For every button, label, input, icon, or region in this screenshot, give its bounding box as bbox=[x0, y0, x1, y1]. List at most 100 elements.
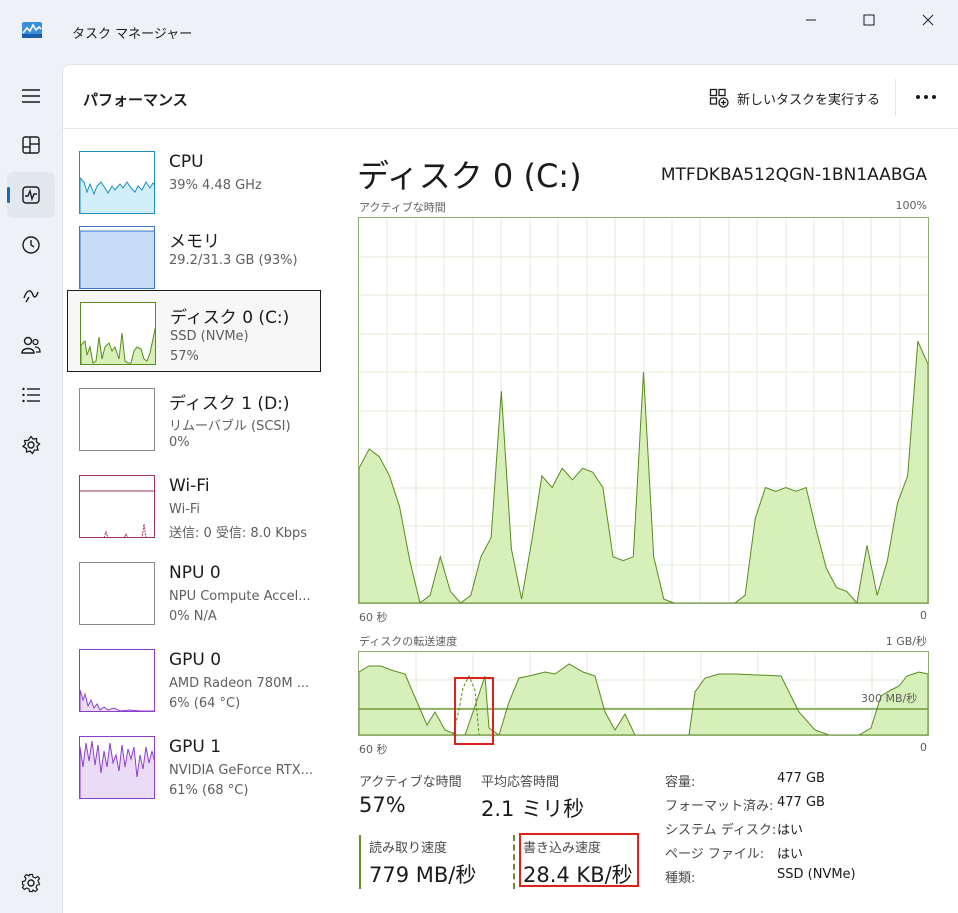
spec-capacity-value: 477 GB bbox=[777, 771, 825, 786]
device-usage: 0% bbox=[169, 435, 190, 450]
device-item-disk-0[interactable]: ディスク 0 (C:) SSD (NVMe) 57% bbox=[67, 290, 321, 372]
device-item-wifi[interactable]: Wi-Fi Wi-Fi 送信: 0 受信: 8.0 Kbps bbox=[67, 464, 321, 546]
details-icon bbox=[22, 387, 40, 403]
spec-capacity-key: 容量: bbox=[665, 775, 696, 790]
nav-startup-apps[interactable] bbox=[7, 272, 55, 318]
active-graph-time-right: 0 bbox=[920, 609, 927, 622]
nav-menu-button[interactable] bbox=[7, 73, 55, 119]
new-task-icon bbox=[709, 88, 729, 108]
more-options-button[interactable] bbox=[911, 83, 941, 111]
nav-processes[interactable] bbox=[7, 122, 55, 168]
close-icon bbox=[922, 14, 934, 26]
page-title: パフォーマンス bbox=[83, 91, 188, 109]
active-time-label: アクティブな時間 bbox=[359, 775, 462, 790]
device-name: Wi-Fi bbox=[169, 476, 210, 496]
cpu-thumbnail bbox=[79, 151, 155, 214]
nav-users[interactable] bbox=[7, 322, 55, 368]
device-item-memory[interactable]: メモリ 29.2/31.3 GB (93%) bbox=[67, 215, 321, 297]
hamburger-icon bbox=[22, 89, 40, 103]
minimize-button[interactable] bbox=[794, 8, 828, 32]
run-new-task-button[interactable]: 新しいタスクを実行する bbox=[709, 84, 880, 112]
active-time-graph bbox=[358, 217, 929, 604]
run-new-task-label: 新しいタスクを実行する bbox=[737, 92, 881, 108]
active-time-graph-label: アクティブな時間 bbox=[359, 201, 446, 214]
device-type: NPU Compute Accel... bbox=[169, 589, 311, 604]
gpu1-thumbnail bbox=[79, 736, 155, 799]
device-usage: 送信: 0 受信: 8.0 Kbps bbox=[169, 526, 308, 541]
nav-app-history[interactable] bbox=[7, 222, 55, 268]
services-icon bbox=[21, 435, 41, 455]
device-name: ディスク 0 (C:) bbox=[170, 308, 290, 328]
transfer-rate-chart bbox=[359, 652, 928, 735]
detail-title: ディスク 0 (C:) bbox=[357, 157, 582, 195]
device-usage: 6% (64 °C) bbox=[169, 696, 241, 711]
device-item-npu-0[interactable]: NPU 0 NPU Compute Accel... 0% N/A bbox=[67, 551, 321, 633]
read-speed-value: 779 MB/秒 bbox=[369, 863, 477, 887]
nav-services[interactable] bbox=[7, 422, 55, 468]
device-name: NPU 0 bbox=[169, 563, 221, 583]
device-name: CPU bbox=[169, 152, 204, 172]
maximize-button[interactable] bbox=[852, 8, 886, 32]
nav-performance[interactable] bbox=[7, 172, 55, 218]
active-time-graph-max: 100% bbox=[895, 199, 927, 212]
spec-formatted-key: フォーマット済み: bbox=[665, 799, 774, 814]
disk-model: MTFDKBA512QGN-1BN1AABGA bbox=[660, 165, 927, 185]
performance-icon bbox=[22, 186, 40, 204]
app-history-icon bbox=[22, 236, 40, 254]
spec-page-file-value: はい bbox=[777, 847, 804, 862]
spec-page-file-key: ページ ファイル: bbox=[665, 847, 765, 862]
users-icon bbox=[21, 336, 41, 354]
highlight-box-write bbox=[519, 833, 639, 887]
settings-icon bbox=[21, 873, 41, 893]
device-item-disk-1[interactable]: ディスク 1 (D:) リムーバブル (SCSI) 0% bbox=[67, 377, 321, 459]
device-type: AMD Radeon 780M ... bbox=[169, 676, 310, 691]
read-speed-label: 読み取り速度 bbox=[369, 841, 448, 856]
wifi-thumbnail bbox=[79, 475, 155, 538]
processes-icon bbox=[22, 136, 40, 154]
nav-settings[interactable] bbox=[7, 860, 55, 906]
spec-type-key: 種類: bbox=[665, 871, 696, 886]
active-time-chart bbox=[359, 218, 928, 603]
device-usage: 0% N/A bbox=[169, 609, 217, 624]
spec-system-disk-value: はい bbox=[777, 823, 804, 838]
device-usage: 29.2/31.3 GB (93%) bbox=[169, 253, 298, 268]
transfer-graph-time-right: 0 bbox=[920, 741, 927, 754]
device-item-gpu-1[interactable]: GPU 1 NVIDIA GeForce RTX... 61% (68 °C) bbox=[67, 725, 321, 807]
transfer-graph-label: ディスクの転送速度 bbox=[359, 635, 458, 648]
close-button[interactable] bbox=[911, 8, 945, 32]
device-type: SSD (NVMe) bbox=[170, 329, 249, 344]
spec-formatted-value: 477 GB bbox=[777, 795, 825, 810]
active-time-value: 57% bbox=[359, 793, 406, 817]
page-header: パフォーマンス 新しいタスクを実行する bbox=[63, 65, 958, 129]
npu-thumbnail bbox=[79, 562, 155, 625]
device-item-gpu-0[interactable]: GPU 0 AMD Radeon 780M ... 6% (64 °C) bbox=[67, 638, 321, 720]
device-usage: 39% 4.48 GHz bbox=[169, 178, 262, 193]
device-usage: 61% (68 °C) bbox=[169, 783, 249, 798]
maximize-icon bbox=[863, 14, 875, 26]
device-name: ディスク 1 (D:) bbox=[169, 394, 290, 414]
device-usage: 57% bbox=[170, 349, 199, 364]
navigation-rail bbox=[0, 64, 62, 913]
device-type: リムーバブル (SCSI) bbox=[169, 419, 291, 434]
highlight-box-graph bbox=[454, 677, 494, 745]
main-panel: パフォーマンス 新しいタスクを実行する CPU 39% 4.48 GHz メモリ… bbox=[62, 64, 958, 913]
active-graph-time-left: 60 秒 bbox=[359, 611, 388, 624]
minimize-icon bbox=[806, 19, 816, 21]
avg-response-label: 平均応答時間 bbox=[481, 775, 560, 790]
device-type: NVIDIA GeForce RTX... bbox=[169, 763, 314, 778]
avg-response-value: 2.1 ミリ秒 bbox=[481, 797, 585, 821]
gpu0-thumbnail bbox=[79, 649, 155, 712]
read-indicator bbox=[359, 835, 361, 889]
startup-apps-icon bbox=[23, 290, 39, 303]
transfer-ref-label: 300 MB/秒 bbox=[861, 692, 918, 705]
device-type: Wi-Fi bbox=[169, 502, 201, 517]
transfer-rate-graph: 300 MB/秒 bbox=[358, 651, 929, 736]
memory-thumbnail bbox=[79, 226, 155, 289]
write-indicator bbox=[513, 835, 515, 889]
spec-system-disk-key: システム ディスク: bbox=[665, 823, 777, 838]
more-icon bbox=[916, 95, 936, 99]
device-name: GPU 1 bbox=[169, 737, 222, 757]
header-divider bbox=[895, 79, 896, 115]
device-item-cpu[interactable]: CPU 39% 4.48 GHz bbox=[67, 140, 321, 222]
nav-details[interactable] bbox=[7, 372, 55, 418]
